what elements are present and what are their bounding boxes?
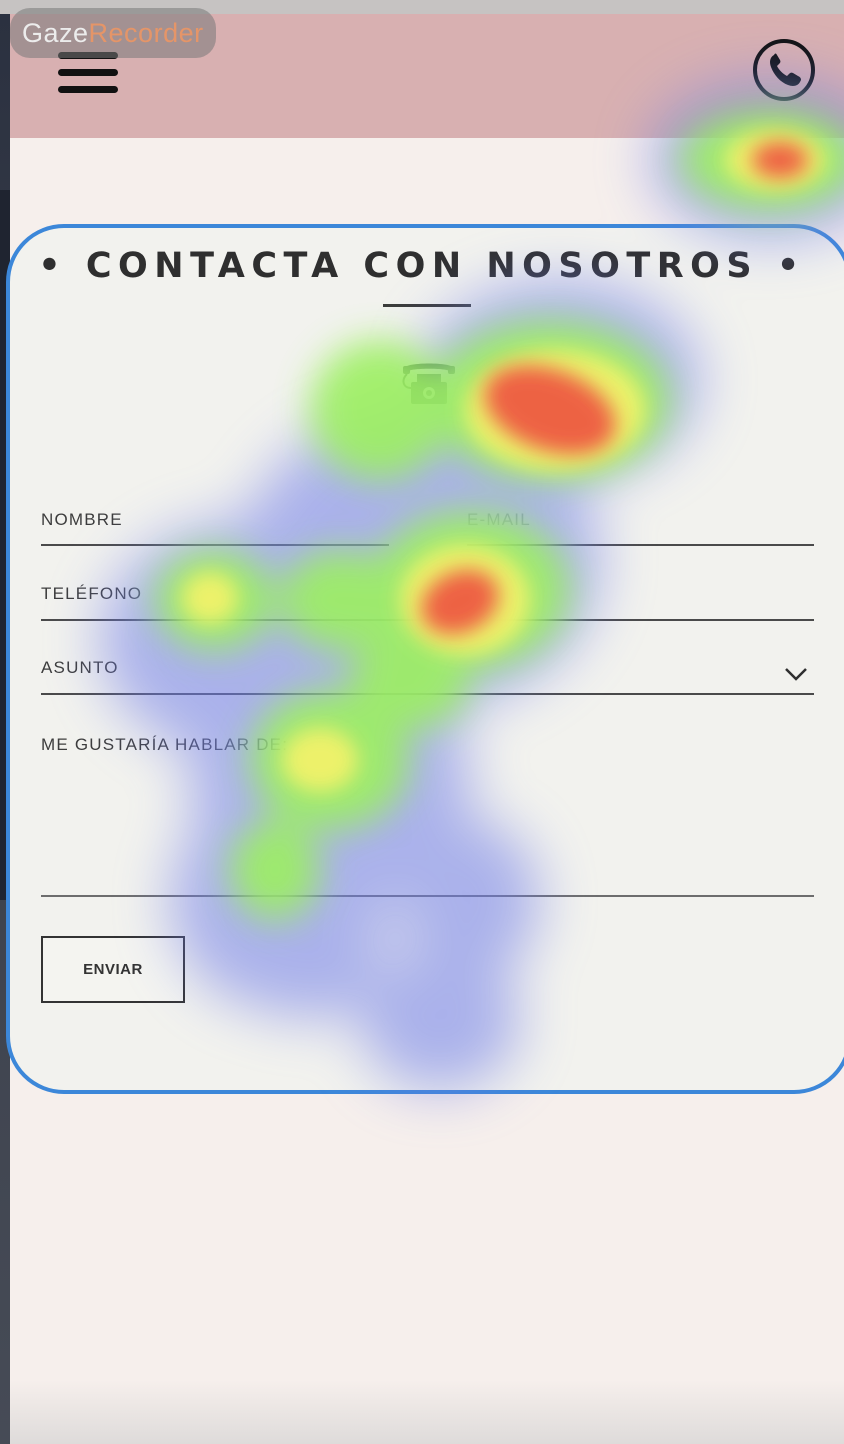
mensaje-textarea[interactable] (41, 895, 814, 897)
asunto-label: ASUNTO (41, 658, 119, 677)
hamburger-menu-icon[interactable] (58, 52, 118, 94)
page: Gaze Recorder • CONTACTA CON NOSOTROS • N… (0, 0, 844, 1444)
chevron-down-icon[interactable] (782, 664, 810, 684)
gazerecorder-watermark: Gaze Recorder (10, 8, 216, 58)
telefono-label: TELÉFONO (41, 584, 143, 603)
enviar-button[interactable]: ENVIAR (41, 936, 185, 1003)
email-field[interactable] (467, 544, 814, 546)
watermark-text-recorder: Recorder (88, 17, 204, 48)
bottom-fade (10, 1380, 844, 1444)
page-title: • CONTACTA CON NOSOTROS • (38, 246, 806, 286)
menu-bar (58, 69, 118, 76)
mensaje-label: ME GUSTARÍA HABLAR DE: (41, 735, 289, 754)
nombre-label: NOMBRE (41, 510, 123, 529)
vintage-telephone-icon (399, 358, 459, 406)
menu-bar (58, 86, 118, 93)
telefono-field[interactable] (41, 619, 814, 621)
phone-icon[interactable] (752, 38, 816, 102)
asunto-select[interactable] (41, 693, 814, 695)
nombre-field[interactable] (41, 544, 389, 546)
title-underline (383, 304, 471, 307)
email-label: E-MAIL (467, 510, 531, 529)
watermark-text-gaze: Gaze (22, 17, 89, 48)
